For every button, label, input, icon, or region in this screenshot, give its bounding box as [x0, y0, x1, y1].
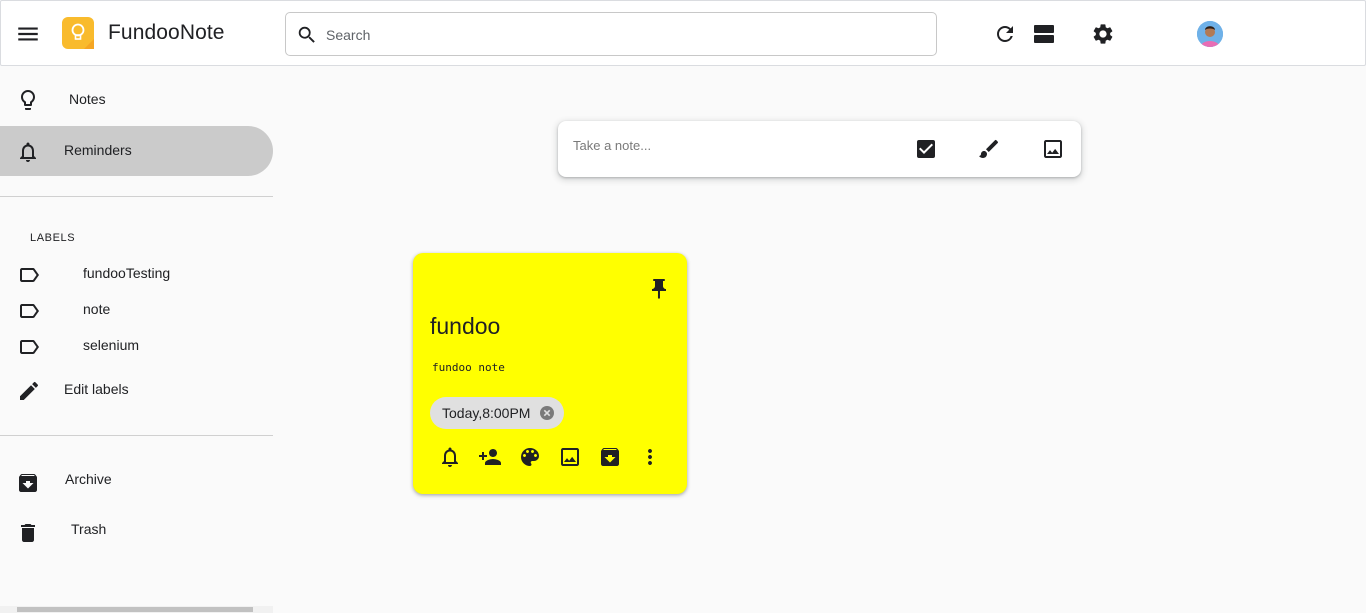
- sidebar-item-label: Archive: [65, 471, 112, 487]
- remove-reminder-icon[interactable]: [539, 405, 555, 421]
- sidebar-item-notes[interactable]: Notes: [0, 75, 273, 125]
- lightbulb-icon: [16, 88, 40, 112]
- list-view-icon[interactable]: [1032, 22, 1056, 46]
- search-input[interactable]: [326, 23, 906, 47]
- sidebar-item-label: Reminders: [64, 142, 132, 158]
- label-name: note: [83, 301, 111, 317]
- divider: [0, 196, 273, 197]
- labels-section-title: LABELS: [30, 232, 76, 244]
- take-note-bar[interactable]: Take a note...: [558, 121, 1081, 177]
- sidebar-item-label-fundootesting[interactable]: fundooTesting: [0, 258, 273, 292]
- sidebar-item-reminders[interactable]: Reminders: [0, 126, 273, 176]
- add-collaborator-icon[interactable]: [478, 445, 502, 469]
- archive-icon: [16, 471, 40, 495]
- sidebar-item-trash[interactable]: Trash: [0, 506, 273, 556]
- settings-icon[interactable]: [1091, 22, 1115, 46]
- sidebar-item-edit-labels[interactable]: Edit labels: [0, 365, 273, 415]
- take-note-placeholder[interactable]: Take a note...: [573, 138, 651, 153]
- palette-icon[interactable]: [518, 445, 542, 469]
- bell-icon: [16, 140, 40, 164]
- menu-icon[interactable]: [15, 21, 41, 47]
- search-bar[interactable]: [285, 12, 937, 56]
- avatar[interactable]: [1197, 21, 1223, 47]
- sidebar-item-label: Trash: [71, 521, 107, 537]
- refresh-icon[interactable]: [993, 22, 1017, 46]
- note-body: fundoo note: [432, 361, 505, 374]
- sidebar: Notes Reminders LABELS fundooTesting not…: [0, 66, 273, 613]
- note-card[interactable]: fundoo fundoo note Today,8:00PM: [413, 253, 687, 494]
- horizontal-scrollbar[interactable]: [0, 606, 273, 613]
- sidebar-item-label: Notes: [69, 91, 106, 107]
- search-icon[interactable]: [296, 24, 318, 51]
- note-title: fundoo: [430, 313, 501, 339]
- sidebar-item-archive[interactable]: Archive: [0, 456, 273, 506]
- sidebar-item-label: Edit labels: [64, 381, 129, 397]
- label-icon: [17, 335, 41, 359]
- reminder-chip[interactable]: Today,8:00PM: [430, 397, 564, 429]
- note-toolbar: [438, 445, 668, 469]
- trash-icon: [16, 521, 40, 545]
- checkbox-icon[interactable]: [914, 137, 938, 161]
- top-bar: FundooNote: [0, 0, 1366, 66]
- label-name: selenium: [83, 337, 140, 353]
- label-icon: [17, 299, 41, 323]
- brush-icon[interactable]: [977, 137, 1001, 161]
- pencil-icon: [17, 379, 41, 403]
- scrollbar-thumb[interactable]: [17, 607, 253, 612]
- more-vert-icon[interactable]: [638, 445, 662, 469]
- reminder-chip-label: Today,8:00PM: [442, 405, 531, 421]
- sidebar-item-label-selenium[interactable]: selenium: [0, 330, 273, 364]
- label-name: fundooTesting: [83, 265, 171, 281]
- keep-logo-icon: [62, 17, 94, 49]
- image-icon[interactable]: [558, 445, 582, 469]
- bell-icon[interactable]: [438, 445, 462, 469]
- image-icon[interactable]: [1041, 137, 1065, 161]
- pin-icon[interactable]: [647, 277, 671, 301]
- divider: [0, 435, 273, 436]
- archive-icon[interactable]: [598, 445, 622, 469]
- label-icon: [17, 263, 41, 287]
- app-title: FundooNote: [108, 21, 225, 44]
- sidebar-item-label-note[interactable]: note: [0, 294, 273, 328]
